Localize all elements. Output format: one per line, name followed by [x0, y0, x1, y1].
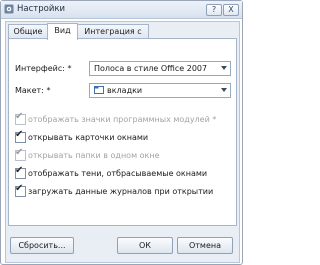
checkmark-icon: ✔: [15, 183, 24, 194]
window-title: Настройки: [17, 4, 66, 14]
dialog-body: Общие Вид Интеграция с 1С Интерфейс: * П…: [5, 21, 240, 263]
tab-view[interactable]: Вид: [47, 23, 78, 40]
checkbox-label: открывать карточки окнами: [28, 133, 149, 142]
interface-label: Интерфейс: *: [15, 64, 72, 73]
checkmark-icon: ✔: [15, 129, 24, 140]
checkmark-icon: ✔: [15, 111, 24, 122]
close-button[interactable]: X: [223, 4, 239, 16]
checkbox-label: загружать данные журналов при открытии: [28, 187, 214, 196]
help-button[interactable]: ?: [206, 4, 222, 16]
cancel-button[interactable]: Отмена: [177, 237, 233, 254]
tab-strip: Общие Вид Интеграция с 1С: [6, 23, 239, 50]
tabs-layout-icon: [94, 86, 104, 94]
ok-button[interactable]: ОК: [117, 237, 173, 254]
checkmark-icon: ✔: [15, 147, 24, 158]
tab-1c-integration[interactable]: Интеграция с 1С: [77, 24, 149, 50]
checkmark-icon: ✔: [15, 165, 24, 176]
settings-window: Настройки ? X Общие Вид Интеграция с 1С …: [0, 0, 243, 265]
checkbox-label: открывать папки в одном окне: [28, 151, 160, 160]
view-tab-panel: Интерфейс: * Полоса в стиле Office 2007 …: [8, 38, 237, 226]
interface-select-value: Полоса в стиле Office 2007: [94, 64, 208, 73]
reset-button[interactable]: Сбросить...: [10, 237, 74, 254]
checkbox-label: отображать тени, отбрасываемые окнами: [28, 169, 208, 178]
layout-select[interactable]: вкладки: [89, 83, 231, 98]
chevron-down-icon: [221, 88, 227, 92]
interface-select[interactable]: Полоса в стиле Office 2007: [89, 61, 231, 76]
settings-app-icon: [4, 4, 14, 14]
layout-select-value: вкладки: [107, 86, 143, 95]
layout-label: Макет: *: [15, 86, 51, 95]
chevron-down-icon: [221, 66, 227, 70]
checkbox-label: отображать значки программных модулей *: [28, 115, 217, 124]
tab-general[interactable]: Общие: [8, 24, 48, 39]
title-bar[interactable]: Настройки ? X: [1, 1, 242, 19]
